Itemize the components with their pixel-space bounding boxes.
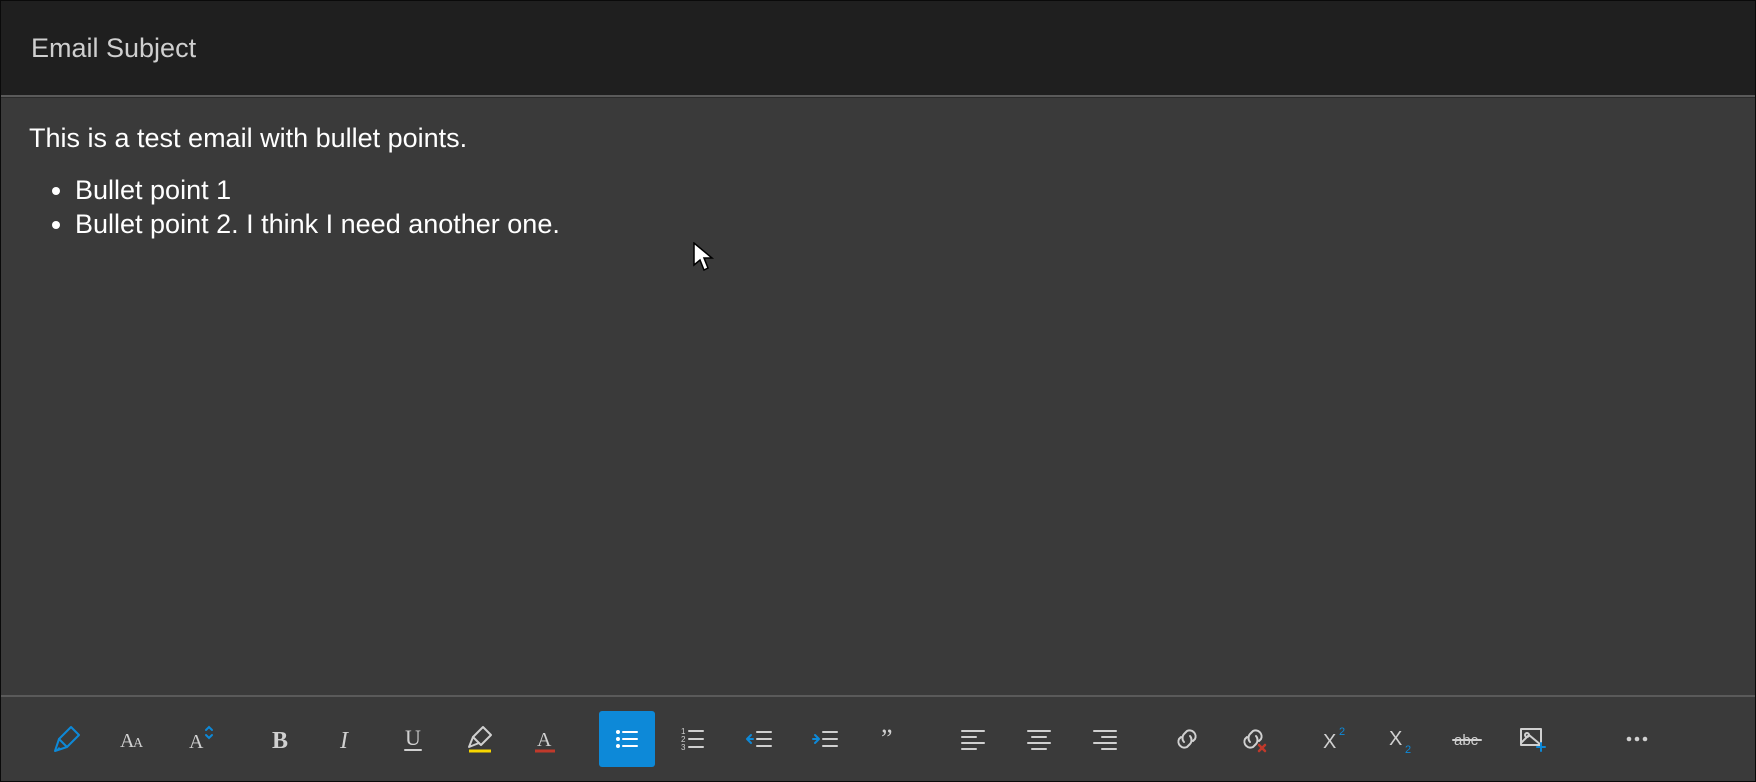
font-size-button[interactable]: A — [171, 711, 227, 767]
svg-text:2: 2 — [1339, 726, 1345, 738]
strikethrough-icon: abc — [1451, 723, 1483, 755]
underline-button[interactable]: U — [385, 711, 441, 767]
outdent-icon — [743, 723, 775, 755]
link-icon — [1171, 723, 1203, 755]
indent-button[interactable] — [797, 711, 853, 767]
list-item: Bullet point 2. I think I need another o… — [75, 208, 1727, 242]
bullet-list-button[interactable] — [599, 711, 655, 767]
highlight-button[interactable] — [451, 711, 507, 767]
align-right-icon — [1089, 723, 1121, 755]
svg-text:X: X — [1389, 728, 1402, 750]
subscript-button[interactable]: X 2 — [1373, 711, 1429, 767]
more-options-button[interactable] — [1609, 711, 1665, 767]
ellipsis-icon — [1621, 723, 1653, 755]
svg-text:I: I — [339, 728, 349, 754]
superscript-button[interactable]: X 2 — [1307, 711, 1363, 767]
numbered-list-icon: 1 2 3 — [677, 723, 709, 755]
align-left-button[interactable] — [945, 711, 1001, 767]
underline-icon: U — [397, 723, 429, 755]
svg-text:X: X — [1323, 731, 1336, 753]
remove-link-button[interactable] — [1225, 711, 1281, 767]
align-right-button[interactable] — [1077, 711, 1133, 767]
quote-icon: ” — [875, 723, 907, 755]
superscript-icon: X 2 — [1319, 723, 1351, 755]
svg-text:B: B — [272, 728, 288, 754]
svg-text:A: A — [537, 729, 552, 751]
insert-picture-button[interactable] — [1505, 711, 1561, 767]
align-center-icon — [1023, 723, 1055, 755]
cursor-pointer-icon — [693, 242, 715, 272]
svg-text:”: ” — [881, 724, 893, 753]
strikethrough-button[interactable]: abc — [1439, 711, 1495, 767]
svg-text:3: 3 — [681, 743, 686, 752]
svg-text:U: U — [405, 725, 421, 750]
email-body[interactable]: This is a test email with bullet points.… — [1, 97, 1755, 697]
svg-text:A: A — [133, 736, 144, 751]
insert-link-button[interactable] — [1159, 711, 1215, 767]
italic-button[interactable]: I — [319, 711, 375, 767]
quote-button[interactable]: ” — [863, 711, 919, 767]
bold-icon: B — [265, 723, 297, 755]
subject-row — [1, 1, 1755, 97]
align-center-button[interactable] — [1011, 711, 1067, 767]
font-size-icon: A — [183, 723, 215, 755]
body-paragraph: This is a test email with bullet points. — [29, 122, 1727, 156]
body-bullet-list: Bullet point 1 Bullet point 2. I think I… — [75, 174, 1727, 242]
outdent-button[interactable] — [731, 711, 787, 767]
italic-icon: I — [331, 723, 363, 755]
picture-icon — [1517, 723, 1549, 755]
font-button[interactable]: A A — [105, 711, 161, 767]
bullet-list-icon — [611, 723, 643, 755]
highlighter-icon — [463, 723, 495, 755]
font-icon: A A — [117, 723, 149, 755]
svg-text:A: A — [189, 731, 204, 753]
numbered-list-button[interactable]: 1 2 3 — [665, 711, 721, 767]
subscript-icon: X 2 — [1385, 723, 1417, 755]
paintbrush-icon — [51, 723, 83, 755]
subject-input[interactable] — [29, 32, 1727, 65]
unlink-icon — [1237, 723, 1269, 755]
format-toolbar: A A A B I U — [1, 697, 1755, 781]
font-color-icon: A — [529, 723, 561, 755]
bold-button[interactable]: B — [253, 711, 309, 767]
indent-icon — [809, 723, 841, 755]
align-left-icon — [957, 723, 989, 755]
list-item: Bullet point 1 — [75, 174, 1727, 208]
format-painter-button[interactable] — [39, 711, 95, 767]
svg-text:2: 2 — [1405, 744, 1411, 755]
font-color-button[interactable]: A — [517, 711, 573, 767]
